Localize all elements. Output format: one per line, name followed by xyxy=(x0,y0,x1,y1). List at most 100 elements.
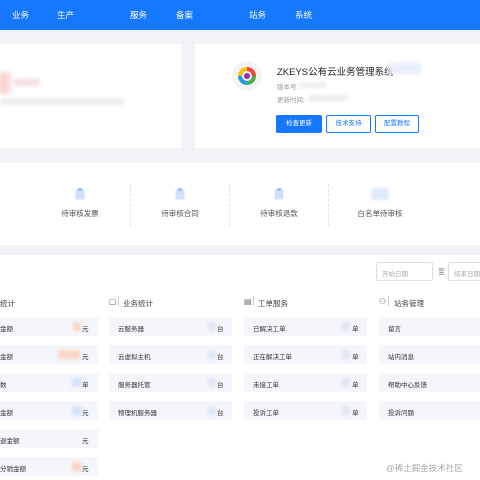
folder-icon: ▢ xyxy=(109,297,117,306)
stat-unit: 元 xyxy=(82,466,89,473)
stat-row[interactable]: 退金额 元 xyxy=(0,429,98,448)
account-info xyxy=(0,98,124,105)
update-time-value xyxy=(308,95,348,101)
nav-item-business[interactable]: 业务 xyxy=(12,9,29,21)
version-value xyxy=(300,82,326,88)
stat-row[interactable]: 站内消息 xyxy=(379,345,480,364)
stat-row[interactable]: 云虚拟主机 台 xyxy=(109,345,232,364)
version-label: 版本号: xyxy=(277,84,299,91)
tech-support-button[interactable]: 技术支持 xyxy=(326,115,371,133)
stat-row[interactable]: 金额 元 xyxy=(0,401,98,420)
divider xyxy=(328,184,329,226)
account-card xyxy=(0,44,181,148)
date-separator: 至 xyxy=(438,269,445,276)
stat-value xyxy=(72,462,82,471)
stat-value xyxy=(208,406,216,415)
clipboard-icon xyxy=(75,188,85,200)
pending-refund-label: 待审核退款 xyxy=(260,209,298,218)
stat-label: 正在解决工单 xyxy=(253,354,292,361)
stat-row[interactable]: 服务器托管 台 xyxy=(109,373,232,392)
top-navigation: 业务 生产 服务 备案 站务 系统 xyxy=(0,0,480,30)
pending-contract-label: 待审核合同 xyxy=(161,209,199,218)
clipboard-icon xyxy=(175,188,185,200)
pending-invoice-label: 待审核发票 xyxy=(61,209,99,218)
stat-label: 帮助中心反馈 xyxy=(388,382,427,389)
stat-unit: 元 xyxy=(82,438,89,445)
pending-contract[interactable]: 待审核合同 xyxy=(130,188,230,219)
stat-label: 投诉问题 xyxy=(388,410,414,417)
stat-label: 金额 xyxy=(0,354,13,361)
stat-row[interactable]: 投诉问题 xyxy=(379,401,480,420)
stat-unit: 台 xyxy=(217,382,224,389)
product-title: ZKEYS公有云业务管理系统 xyxy=(277,67,394,78)
divider xyxy=(253,296,254,306)
stat-label: 金额 xyxy=(0,326,13,333)
stat-label: 服务器托管 xyxy=(118,382,151,389)
stat-label: 已解决工单 xyxy=(253,326,286,333)
stat-label: 云虚拟主机 xyxy=(118,354,151,361)
pending-refund[interactable]: 待审核退款 xyxy=(229,188,329,219)
stat-row[interactable]: 金额 元 xyxy=(0,345,98,364)
stat-unit: 元 xyxy=(82,410,89,417)
avatar xyxy=(0,72,12,94)
stat-value xyxy=(342,350,350,359)
check-update-button[interactable]: 检查更新 xyxy=(276,115,322,133)
stat-value xyxy=(208,378,216,387)
stat-row[interactable]: 已解决工单 单 xyxy=(244,317,367,336)
stat-unit: 单 xyxy=(82,382,89,389)
product-logo xyxy=(232,61,262,91)
stat-value xyxy=(342,378,350,387)
divider xyxy=(118,296,119,306)
config-tutorial-button[interactable]: 配置教程 xyxy=(375,115,419,133)
stat-label: 物理机服务器 xyxy=(118,410,157,417)
stat-row[interactable]: 物理机服务器 台 xyxy=(109,401,232,420)
stat-value xyxy=(208,350,216,359)
stat-unit: 单 xyxy=(352,354,359,361)
nav-item-site-affairs[interactable]: 站务 xyxy=(249,9,266,21)
stat-value xyxy=(72,378,82,387)
stat-label: 分销金额 xyxy=(0,466,26,473)
stat-unit: 元 xyxy=(82,354,89,361)
stat-value xyxy=(72,406,82,415)
stat-row[interactable]: 帮助中心反馈 xyxy=(379,373,480,392)
stat-unit: 单 xyxy=(352,326,359,333)
stat-row[interactable]: 未接工单 单 xyxy=(244,373,367,392)
section-title-business: 业务统计 xyxy=(123,299,153,308)
stat-label: 投诉工单 xyxy=(253,410,279,417)
stat-row[interactable]: 分销金额 元 xyxy=(0,457,98,476)
stat-row[interactable]: 金额 元 xyxy=(0,317,98,336)
stat-label: 未接工单 xyxy=(253,382,279,389)
stat-label: 退金额 xyxy=(0,438,20,445)
pending-whitelist[interactable]: 白名单待审核 xyxy=(330,188,430,219)
stat-unit: 台 xyxy=(217,354,224,361)
product-edition xyxy=(388,63,422,74)
clipboard-icon xyxy=(274,188,284,200)
stat-unit: 元 xyxy=(82,326,89,333)
nav-item-system[interactable]: 系统 xyxy=(295,9,312,21)
document-icon: ▤ xyxy=(244,297,252,306)
pending-whitelist-label: 白名单待审核 xyxy=(357,209,403,218)
end-date-input[interactable]: 结束日期 xyxy=(448,262,480,281)
section-title-tickets: 工单服务 xyxy=(258,299,288,308)
stat-label: 站内消息 xyxy=(388,354,414,361)
stat-unit: 台 xyxy=(217,410,224,417)
stat-value xyxy=(342,322,350,331)
stat-value xyxy=(208,322,216,331)
stat-label: 数 xyxy=(0,382,7,389)
stat-row[interactable]: 正在解决工单 单 xyxy=(244,345,367,364)
start-date-input[interactable]: 开始日期 xyxy=(376,262,433,281)
section-title-site: 站务管理 xyxy=(394,299,424,308)
account-info xyxy=(14,79,40,86)
watermark: @稀土掘金技术社区 xyxy=(386,463,463,473)
stat-label: 金额 xyxy=(0,410,13,417)
stat-row[interactable]: 云服务器 台 xyxy=(109,317,232,336)
nav-item-service[interactable]: 服务 xyxy=(130,9,147,21)
nav-item-production[interactable]: 生产 xyxy=(57,9,74,21)
stat-row[interactable]: 投诉工单 单 xyxy=(244,401,367,420)
pending-invoice[interactable]: 待审核发票 xyxy=(30,188,130,219)
stat-row[interactable]: 留言 xyxy=(379,317,480,336)
stat-label: 留言 xyxy=(388,326,401,333)
nav-item-filing[interactable]: 备案 xyxy=(176,9,193,21)
stat-row[interactable]: 数 单 xyxy=(0,373,98,392)
divider xyxy=(388,296,389,306)
